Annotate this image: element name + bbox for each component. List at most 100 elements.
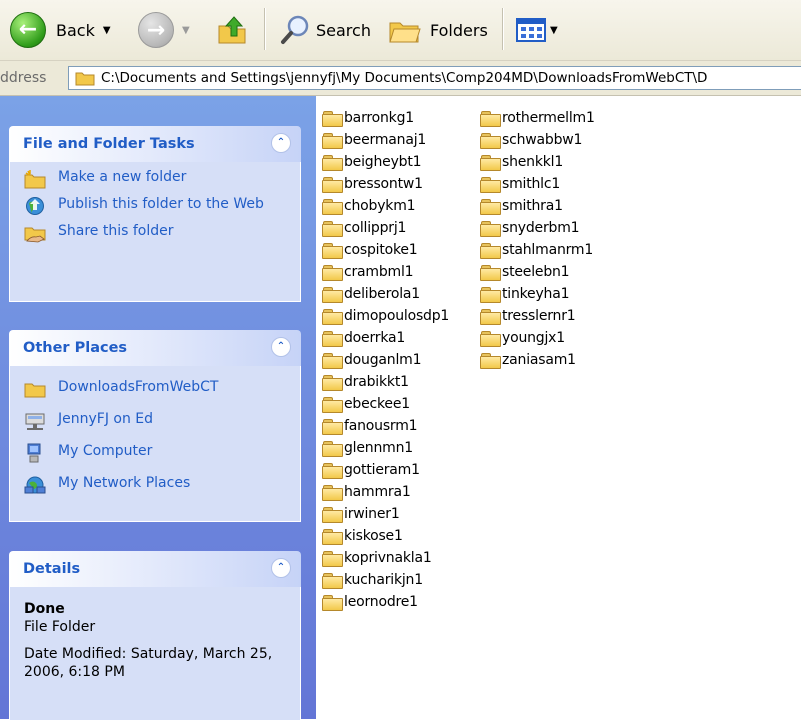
network-drive-icon — [25, 413, 45, 430]
panel-header[interactable]: Other Places ⌃ — [9, 330, 301, 366]
views-icon — [516, 18, 546, 42]
folder-icon — [322, 308, 343, 325]
folder-icon — [24, 383, 46, 398]
folder-item[interactable]: glennmn1 — [322, 437, 449, 459]
folder-name: douganlm1 — [344, 352, 422, 368]
place-label: DownloadsFromWebCT — [58, 379, 219, 395]
folder-icon — [75, 72, 95, 86]
folder-item[interactable]: smithlc1 — [480, 173, 595, 195]
details-date-modified: Date Modified: Saturday, March 25, 2006,… — [24, 646, 273, 681]
place-my-computer[interactable]: My Computer — [24, 443, 290, 463]
details-type: File Folder — [24, 619, 96, 635]
folder-name: kucharikjn1 — [344, 572, 423, 588]
folder-item[interactable]: crambml1 — [322, 261, 449, 283]
forward-dropdown-icon[interactable]: ▼ — [182, 25, 190, 36]
panel-title: Details — [23, 561, 81, 577]
folder-item[interactable]: hammra1 — [322, 481, 449, 503]
task-make-new-folder[interactable]: Make a new folder — [24, 170, 290, 189]
folder-item[interactable]: kiskose1 — [322, 525, 449, 547]
views-button[interactable]: ▼ — [514, 10, 558, 50]
folder-item[interactable]: tinkeyha1 — [480, 283, 595, 305]
place-jennyfj-on-ed[interactable]: JennyFJ on Ed — [24, 412, 290, 431]
folder-item[interactable]: ebeckee1 — [322, 393, 449, 415]
folder-name: youngjx1 — [502, 330, 565, 346]
folder-item[interactable]: kucharikjn1 — [322, 569, 449, 591]
folder-item[interactable]: doerrka1 — [322, 327, 449, 349]
folder-name: stahlmanrm1 — [502, 242, 594, 258]
folder-icon — [322, 176, 343, 193]
task-publish-to-web[interactable]: Publish this folder to the Web — [24, 197, 290, 216]
back-arrow-icon: ← — [10, 12, 46, 48]
back-button[interactable]: ← Back ▼ — [10, 10, 111, 50]
back-label: Back — [56, 20, 95, 40]
folder-item[interactable]: irwiner1 — [322, 503, 449, 525]
place-my-network-places[interactable]: My Network Places — [24, 476, 290, 495]
folder-item[interactable]: rothermellm1 — [480, 107, 595, 129]
folder-name: rothermellm1 — [502, 110, 595, 126]
folder-icon — [480, 352, 501, 369]
task-share-folder[interactable]: Share this folder — [24, 224, 290, 243]
folder-item[interactable]: gottieram1 — [322, 459, 449, 481]
folder-icon — [322, 132, 343, 149]
place-label: My Network Places — [58, 475, 191, 491]
folders-button[interactable]: Folders — [388, 10, 488, 50]
folder-item[interactable]: beigheybt1 — [322, 151, 449, 173]
folder-icon — [322, 286, 343, 303]
folder-item[interactable]: beermanaj1 — [322, 129, 449, 151]
place-downloadsfromwebct[interactable]: DownloadsFromWebCT — [24, 380, 290, 399]
folder-item[interactable]: tresslernr1 — [480, 305, 595, 327]
panel-header[interactable]: Details ⌃ — [9, 551, 301, 587]
panel-body: DownloadsFromWebCT JennyFJ on Ed My Comp… — [9, 366, 301, 522]
folder-icon — [322, 154, 343, 171]
folder-item[interactable]: collipprj1 — [322, 217, 449, 239]
folder-item[interactable]: douganlm1 — [322, 349, 449, 371]
folder-item[interactable]: deliberola1 — [322, 283, 449, 305]
folder-item[interactable]: koprivnakla1 — [322, 547, 449, 569]
folder-name: koprivnakla1 — [344, 550, 432, 566]
search-label: Search — [316, 20, 371, 40]
folder-item[interactable]: bressontw1 — [322, 173, 449, 195]
folder-item[interactable]: zaniasam1 — [480, 349, 595, 371]
folder-item[interactable]: shenkkl1 — [480, 151, 595, 173]
folder-name: smithra1 — [502, 198, 563, 214]
network-places-icon — [24, 476, 46, 494]
folder-item[interactable]: stahlmanrm1 — [480, 239, 595, 261]
forward-button[interactable]: → ▼ — [138, 10, 190, 50]
collapse-chevron-icon[interactable]: ⌃ — [271, 133, 291, 153]
other-places-panel: Other Places ⌃ DownloadsFromWebCT JennyF… — [9, 330, 301, 522]
folder-item[interactable]: youngjx1 — [480, 327, 595, 349]
folder-name: collipprj1 — [344, 220, 407, 236]
folder-icon — [322, 396, 343, 413]
folder-item[interactable]: leornodre1 — [322, 591, 449, 613]
folder-item[interactable]: chobykm1 — [322, 195, 449, 217]
address-field[interactable]: C:\Documents and Settings\jennyfj\My Doc… — [68, 66, 801, 90]
folder-item[interactable]: barronkg1 — [322, 107, 449, 129]
file-column: rothermellm1 schwabbw1 shenkkl1 smithlc1 smi… — [480, 107, 595, 371]
folder-name: tresslernr1 — [502, 308, 576, 324]
folder-icon — [322, 352, 343, 369]
panel-header[interactable]: File and Folder Tasks ⌃ — [9, 126, 301, 162]
toolbar-separator — [502, 8, 504, 50]
views-dropdown-icon[interactable]: ▼ — [550, 25, 558, 36]
address-label: ddress — [0, 70, 47, 86]
back-dropdown-icon[interactable]: ▼ — [103, 25, 111, 36]
folder-item[interactable]: drabikkt1 — [322, 371, 449, 393]
folder-item[interactable]: steelebn1 — [480, 261, 595, 283]
search-button[interactable]: Search — [280, 10, 371, 50]
folder-item[interactable]: smithra1 — [480, 195, 595, 217]
folder-icon — [322, 506, 343, 523]
folder-icon — [480, 132, 501, 149]
folder-item[interactable]: schwabbw1 — [480, 129, 595, 151]
folder-item[interactable]: snyderbm1 — [480, 217, 595, 239]
collapse-chevron-icon[interactable]: ⌃ — [271, 558, 291, 578]
folder-item[interactable]: cospitoke1 — [322, 239, 449, 261]
up-folder-button[interactable] — [216, 10, 250, 50]
folder-name: ebeckee1 — [344, 396, 410, 412]
folders-label: Folders — [430, 20, 488, 40]
details-panel: Details ⌃ Done File Folder Date Modified… — [9, 551, 301, 721]
folder-item[interactable]: dimopoulosdp1 — [322, 305, 449, 327]
collapse-chevron-icon[interactable]: ⌃ — [271, 337, 291, 357]
folder-item[interactable]: fanousrm1 — [322, 415, 449, 437]
panel-body: Done File Folder Date Modified: Saturday… — [9, 587, 301, 721]
my-computer-icon — [27, 443, 41, 463]
